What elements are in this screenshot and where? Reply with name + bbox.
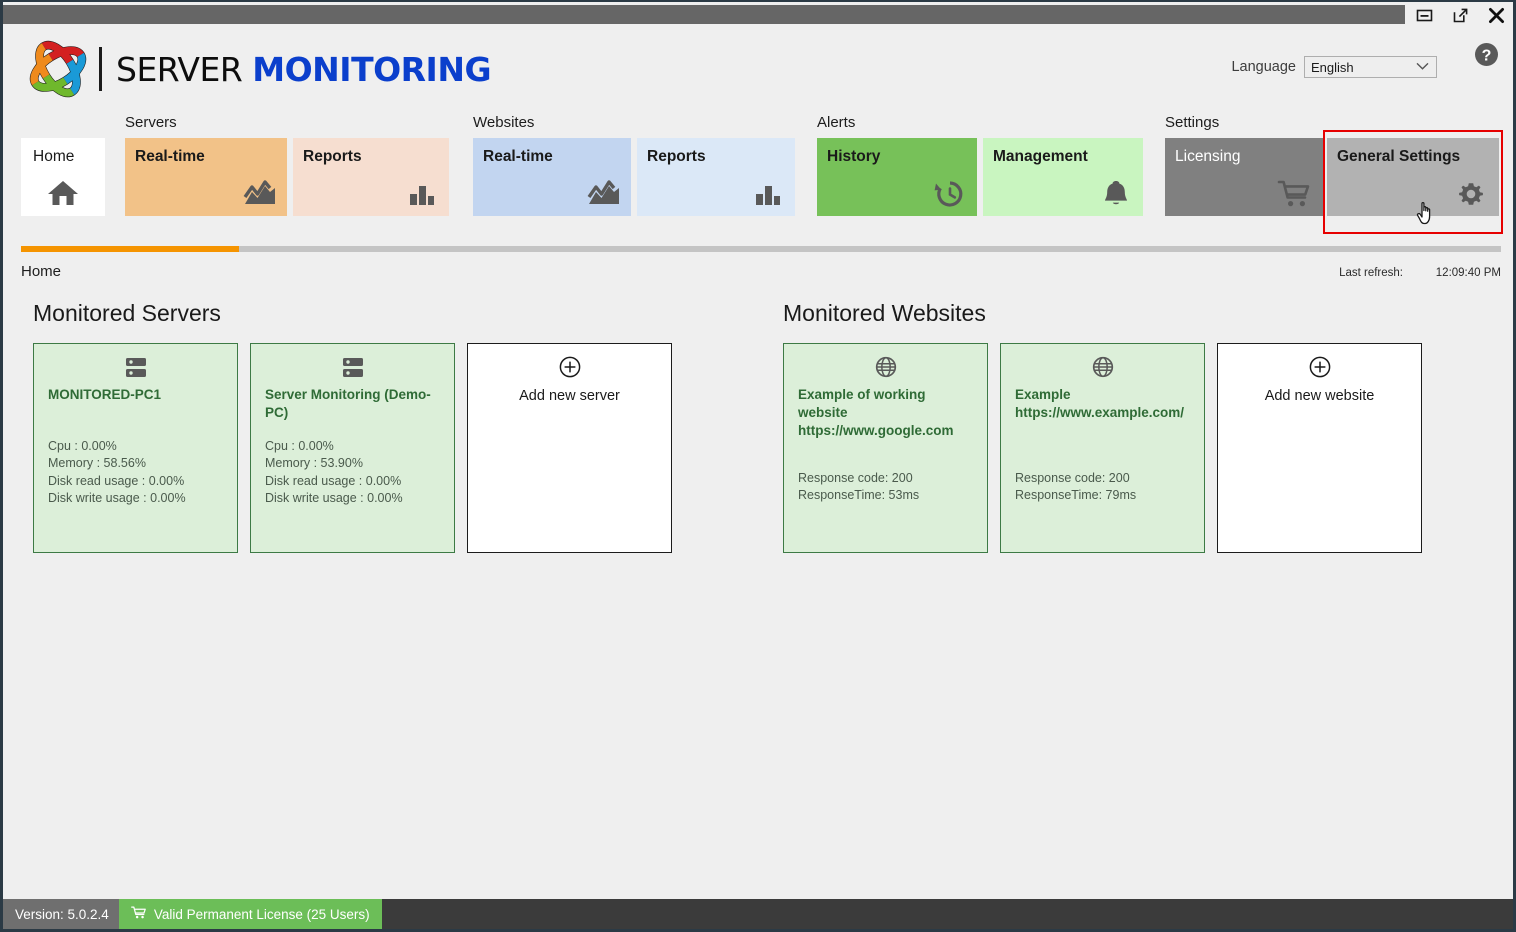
application-window: SERVER MONITORING Language English ? Hom… xyxy=(0,0,1516,932)
ribbon-group-label-settings: Settings xyxy=(1165,114,1220,131)
server-rack-icon xyxy=(34,356,237,380)
page-progress-fill xyxy=(21,246,239,252)
brand-divider xyxy=(99,47,102,91)
area-chart-icon xyxy=(583,172,621,210)
monitored-websites-title: Monitored Websites xyxy=(783,300,986,326)
title-bar-strip xyxy=(3,5,1405,24)
bar-chart-icon xyxy=(747,172,785,210)
ribbon-tile-settings-licensing-label: Licensing xyxy=(1175,148,1241,165)
ribbon-tile-servers-reports-label: Reports xyxy=(303,148,362,165)
ribbon-tile-alerts-history-label: History xyxy=(827,148,881,165)
breadcrumb-bar: Home Last refresh: 12:09:40 PM xyxy=(3,260,1513,290)
language-dropdown-value: English xyxy=(1311,59,1354,75)
brand-area: SERVER MONITORING xyxy=(29,40,492,98)
monitored-servers-panel: Monitored Servers MONITORED-PC1 Cpu : 0.… xyxy=(33,302,672,553)
monitored-servers-title: Monitored Servers xyxy=(33,300,221,326)
language-selector: Language English xyxy=(1231,56,1437,78)
ribbon-tile-home[interactable]: Home xyxy=(21,138,105,216)
ribbon-tile-servers-reports[interactable]: Reports xyxy=(293,138,449,216)
last-refresh-time: 12:09:40 PM xyxy=(1435,267,1501,279)
server-card-stats: Cpu : 0.00% Memory : 58.56% Disk read us… xyxy=(48,439,186,505)
ribbon-group-label-servers: Servers xyxy=(125,114,177,131)
status-bar: Version: 5.0.2.4 Valid Permanent License… xyxy=(3,899,1513,929)
close-icon[interactable] xyxy=(1485,4,1507,26)
add-new-website-label: Add new website xyxy=(1264,388,1375,404)
add-new-server-card[interactable]: Add new server xyxy=(467,343,672,553)
chevron-down-icon xyxy=(1416,59,1429,74)
website-card-stats: Response code: 200 ResponseTime: 53ms xyxy=(798,471,920,503)
brand-title-part1: SERVER xyxy=(116,49,253,89)
ribbon-tile-websites-reports[interactable]: Reports xyxy=(637,138,795,216)
server-card-stats: Cpu : 0.00% Memory : 53.90% Disk read us… xyxy=(265,439,403,505)
ribbon-tile-settings-licensing[interactable]: Licensing xyxy=(1165,138,1323,216)
ribbon-tile-home-label: Home xyxy=(33,148,75,165)
add-new-website-card[interactable]: Add new website xyxy=(1217,343,1422,553)
ribbon-tile-settings-general[interactable]: General Settings xyxy=(1327,138,1499,216)
server-card-name: MONITORED-PC1 xyxy=(48,387,162,402)
svg-text:?: ? xyxy=(1482,47,1492,64)
ribbon-group-label-websites: Websites xyxy=(473,114,535,131)
website-card[interactable]: Example of working website https://www.g… xyxy=(783,343,988,553)
cart-icon xyxy=(130,905,147,923)
last-refresh-label: Last refresh: xyxy=(1339,267,1403,279)
cart-icon xyxy=(1275,172,1313,210)
website-card-name: Example of working website https://www.g… xyxy=(798,387,954,438)
ribbon-tile-servers-realtime-label: Real-time xyxy=(135,148,205,165)
page-progress-track xyxy=(21,246,1501,252)
server-rack-icon xyxy=(251,356,454,380)
server-card-list: MONITORED-PC1 Cpu : 0.00% Memory : 58.56… xyxy=(33,343,672,553)
add-new-server-label: Add new server xyxy=(519,388,620,404)
server-card[interactable]: Server Monitoring (Demo-PC) Cpu : 0.00% … xyxy=(250,343,455,553)
website-card-stats: Response code: 200 ResponseTime: 79ms xyxy=(1015,471,1137,503)
ribbon-tile-websites-realtime-label: Real-time xyxy=(483,148,553,165)
language-dropdown[interactable]: English xyxy=(1304,56,1437,78)
title-bar xyxy=(3,2,1513,28)
monitored-websites-panel: Monitored Websites Example of working we… xyxy=(783,302,1422,553)
ribbon-group-label-alerts: Alerts xyxy=(817,114,856,131)
history-clock-icon xyxy=(929,172,967,210)
gear-icon xyxy=(1451,172,1489,210)
globe-icon xyxy=(784,356,987,378)
window-controls xyxy=(1413,2,1507,28)
server-card-name: Server Monitoring (Demo-PC) xyxy=(265,387,431,420)
license-status-badge[interactable]: Valid Permanent License (25 Users) xyxy=(118,899,382,929)
bell-icon xyxy=(1095,172,1133,210)
brand-title: SERVER MONITORING xyxy=(116,49,492,89)
app-header: SERVER MONITORING Language English ? xyxy=(3,28,1513,108)
website-card-name: Example https://www.example.com/ xyxy=(1015,387,1185,420)
version-label: Version: 5.0.2.4 xyxy=(3,899,119,929)
plus-circle-icon xyxy=(468,356,671,378)
area-chart-icon xyxy=(239,172,277,210)
help-icon[interactable]: ? xyxy=(1474,42,1499,67)
ribbon-tile-alerts-history[interactable]: History xyxy=(817,138,977,216)
external-window-icon[interactable] xyxy=(1449,4,1471,26)
server-card[interactable]: MONITORED-PC1 Cpu : 0.00% Memory : 58.56… xyxy=(33,343,238,553)
ribbon-tile-websites-reports-label: Reports xyxy=(647,148,706,165)
app-logo-icon xyxy=(29,40,87,98)
globe-icon xyxy=(1001,356,1204,378)
license-status-text: Valid Permanent License (25 Users) xyxy=(153,906,370,922)
ribbon-tile-websites-realtime[interactable]: Real-time xyxy=(473,138,631,216)
website-card[interactable]: Example https://www.example.com/ Respons… xyxy=(1000,343,1205,553)
ribbon-tile-alerts-management[interactable]: Management xyxy=(983,138,1143,216)
bar-chart-icon xyxy=(401,172,439,210)
ribbon-toolbar: Home Servers Real-time Reports Websites … xyxy=(3,106,1513,236)
website-card-list: Example of working website https://www.g… xyxy=(783,343,1422,553)
home-icon xyxy=(21,178,105,208)
breadcrumb: Home xyxy=(21,263,62,280)
ribbon-tile-settings-general-label: General Settings xyxy=(1337,148,1461,165)
plus-circle-icon xyxy=(1218,356,1421,378)
ribbon-tile-alerts-management-label: Management xyxy=(993,148,1088,165)
brand-title-part2: MONITORING xyxy=(252,49,492,89)
ribbon-tile-servers-realtime[interactable]: Real-time xyxy=(125,138,287,216)
minimize-icon[interactable] xyxy=(1413,4,1435,26)
language-label: Language xyxy=(1231,59,1296,75)
